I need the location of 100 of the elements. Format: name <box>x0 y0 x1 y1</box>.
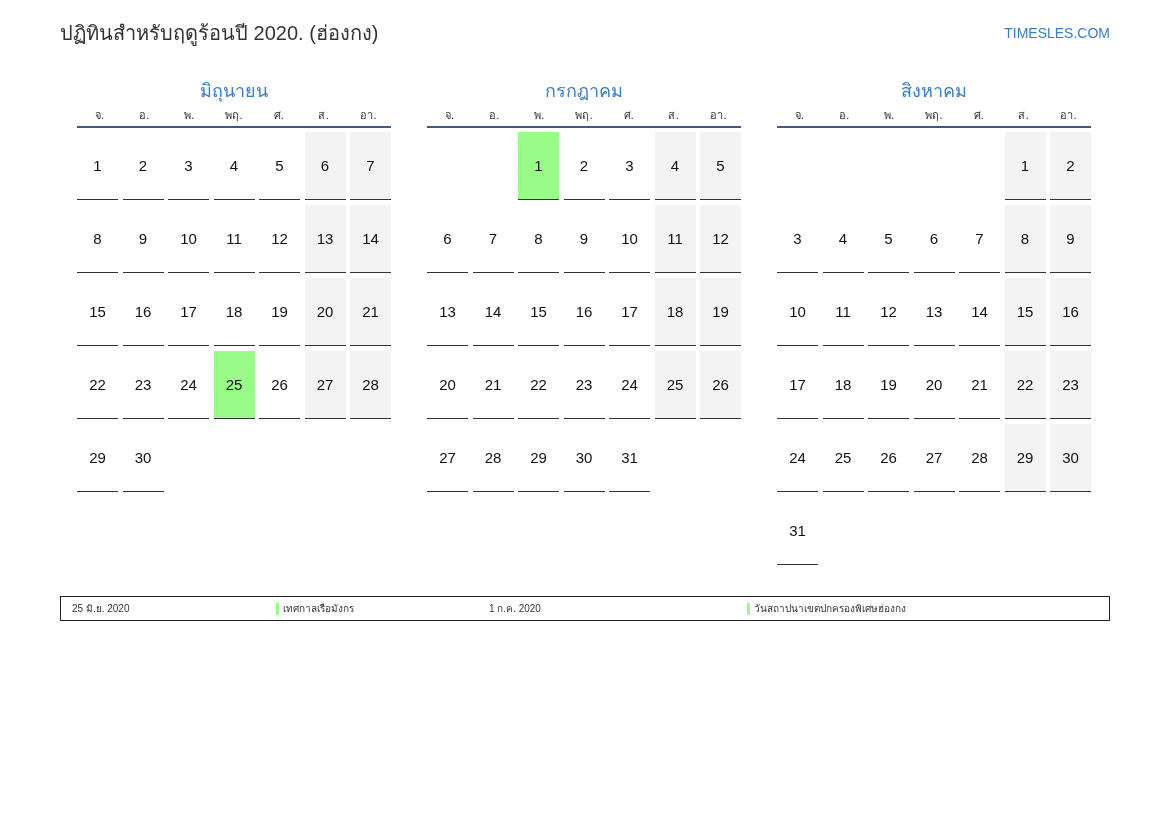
weekday-label: อา. <box>359 108 378 124</box>
holiday-date: 1 ก.ค. 2020 <box>489 602 542 616</box>
page-title: ปฏิทินสำหรับฤดูร้อนปี 2020. (ฮ่องกง) <box>60 21 379 48</box>
day-cell: 23 <box>122 351 164 419</box>
day-cell: 21 <box>472 351 514 419</box>
day-cell: 7 <box>959 205 1000 273</box>
weekday-label: อ. <box>488 108 501 124</box>
day-cell: 7 <box>350 132 391 200</box>
day-cell: 9 <box>122 205 164 273</box>
day-cell: 30 <box>122 424 164 492</box>
weekday-label: อ. <box>138 108 151 124</box>
day-cell: 22 <box>518 351 559 419</box>
weekday-label: ส. <box>667 108 680 124</box>
holiday-marker-icon <box>747 602 750 615</box>
day-cell: 27 <box>304 351 346 419</box>
day-cell: 11 <box>654 205 696 273</box>
day-cell: 23 <box>1050 351 1091 419</box>
weekday-label: พฤ. <box>924 108 944 124</box>
holiday-name: วันสถาปนาเขตปกครองพิเศษฮ่องกง <box>754 602 906 616</box>
day-cell: 15 <box>1004 278 1046 346</box>
day-cell: 20 <box>427 351 468 419</box>
month-title: สิงหาคม <box>900 79 968 103</box>
day-cell: 19 <box>259 278 300 346</box>
weekday-label: ศ. <box>622 108 636 124</box>
holiday-date: 25 มิ.ย. 2020 <box>72 602 131 616</box>
day-cell: 2 <box>1050 132 1091 200</box>
day-cell: 3 <box>609 132 650 200</box>
weekday-label: ศ. <box>972 108 986 124</box>
month-title: มิถุนายน <box>199 79 269 104</box>
day-cell: 22 <box>77 351 118 419</box>
day-cell: 29 <box>518 424 559 492</box>
weekday-label: พ. <box>532 108 546 124</box>
day-cell: 11 <box>822 278 864 346</box>
day-cell: 25 <box>822 424 864 492</box>
weekday-label: ส. <box>317 108 330 124</box>
day-cell: 4 <box>654 132 696 200</box>
site-link[interactable]: TIMESLES.COM <box>1004 25 1110 41</box>
day-cell: 8 <box>518 205 559 273</box>
day-cell: 19 <box>700 278 741 346</box>
day-cell: 11 <box>213 205 255 273</box>
day-cell: 28 <box>350 351 391 419</box>
holiday-name: เทศกาลเรือมังกร <box>283 602 354 616</box>
day-cell: 20 <box>913 351 955 419</box>
day-cell: 1 <box>1004 132 1046 200</box>
holiday-marker-icon <box>276 602 279 615</box>
day-cell: 12 <box>259 205 300 273</box>
weekday-label: ศ. <box>272 108 286 124</box>
day-cell: 30 <box>563 424 605 492</box>
day-cell: 25 <box>654 351 696 419</box>
day-cell: 7 <box>472 205 514 273</box>
day-cell: 13 <box>304 205 346 273</box>
day-cell: 17 <box>168 278 209 346</box>
day-cell: 14 <box>350 205 391 273</box>
day-cell: 24 <box>777 424 818 492</box>
day-cell: 12 <box>700 205 741 273</box>
day-cell: 3 <box>777 205 818 273</box>
weekday-label: อา. <box>1059 108 1078 124</box>
weekday-label: อ. <box>838 108 851 124</box>
weekday-label: พ. <box>182 108 196 124</box>
day-cell: 17 <box>609 278 650 346</box>
day-cell: 6 <box>427 205 468 273</box>
day-cell: 5 <box>700 132 741 200</box>
day-cell: 31 <box>777 497 818 565</box>
day-cell: 15 <box>518 278 559 346</box>
day-cell: 20 <box>304 278 346 346</box>
day-cell: 15 <box>77 278 118 346</box>
day-cell: 26 <box>868 424 909 492</box>
day-cell: 14 <box>959 278 1000 346</box>
weekday-label: พ. <box>882 108 896 124</box>
weekday-label: ส. <box>1017 108 1030 124</box>
weekday-label: พฤ. <box>224 108 244 124</box>
day-cell: 13 <box>427 278 468 346</box>
day-cell: 26 <box>700 351 741 419</box>
day-cell: 5 <box>868 205 909 273</box>
day-cell: 31 <box>609 424 650 492</box>
day-cell: 24 <box>168 351 209 419</box>
day-cell: 8 <box>77 205 118 273</box>
day-cell: 28 <box>959 424 1000 492</box>
day-cell: 9 <box>563 205 605 273</box>
month-title: กรกฎาคม <box>544 79 624 103</box>
day-cell: 1 <box>77 132 118 200</box>
day-cell: 30 <box>1050 424 1091 492</box>
day-cell: 14 <box>472 278 514 346</box>
day-cell: 10 <box>609 205 650 273</box>
day-cell: 2 <box>122 132 164 200</box>
day-cell: 3 <box>168 132 209 200</box>
day-cell: 25 <box>213 351 255 419</box>
day-cell: 24 <box>609 351 650 419</box>
day-cell: 29 <box>77 424 118 492</box>
day-cell: 16 <box>563 278 605 346</box>
day-cell: 4 <box>213 132 255 200</box>
day-cell: 21 <box>959 351 1000 419</box>
day-cell: 13 <box>913 278 955 346</box>
weekday-label: จ. <box>793 108 806 124</box>
day-cell: 16 <box>1050 278 1091 346</box>
weekday-label: อา. <box>709 108 728 124</box>
day-cell: 10 <box>168 205 209 273</box>
day-cell: 10 <box>777 278 818 346</box>
day-cell: 6 <box>913 205 955 273</box>
day-cell: 9 <box>1050 205 1091 273</box>
